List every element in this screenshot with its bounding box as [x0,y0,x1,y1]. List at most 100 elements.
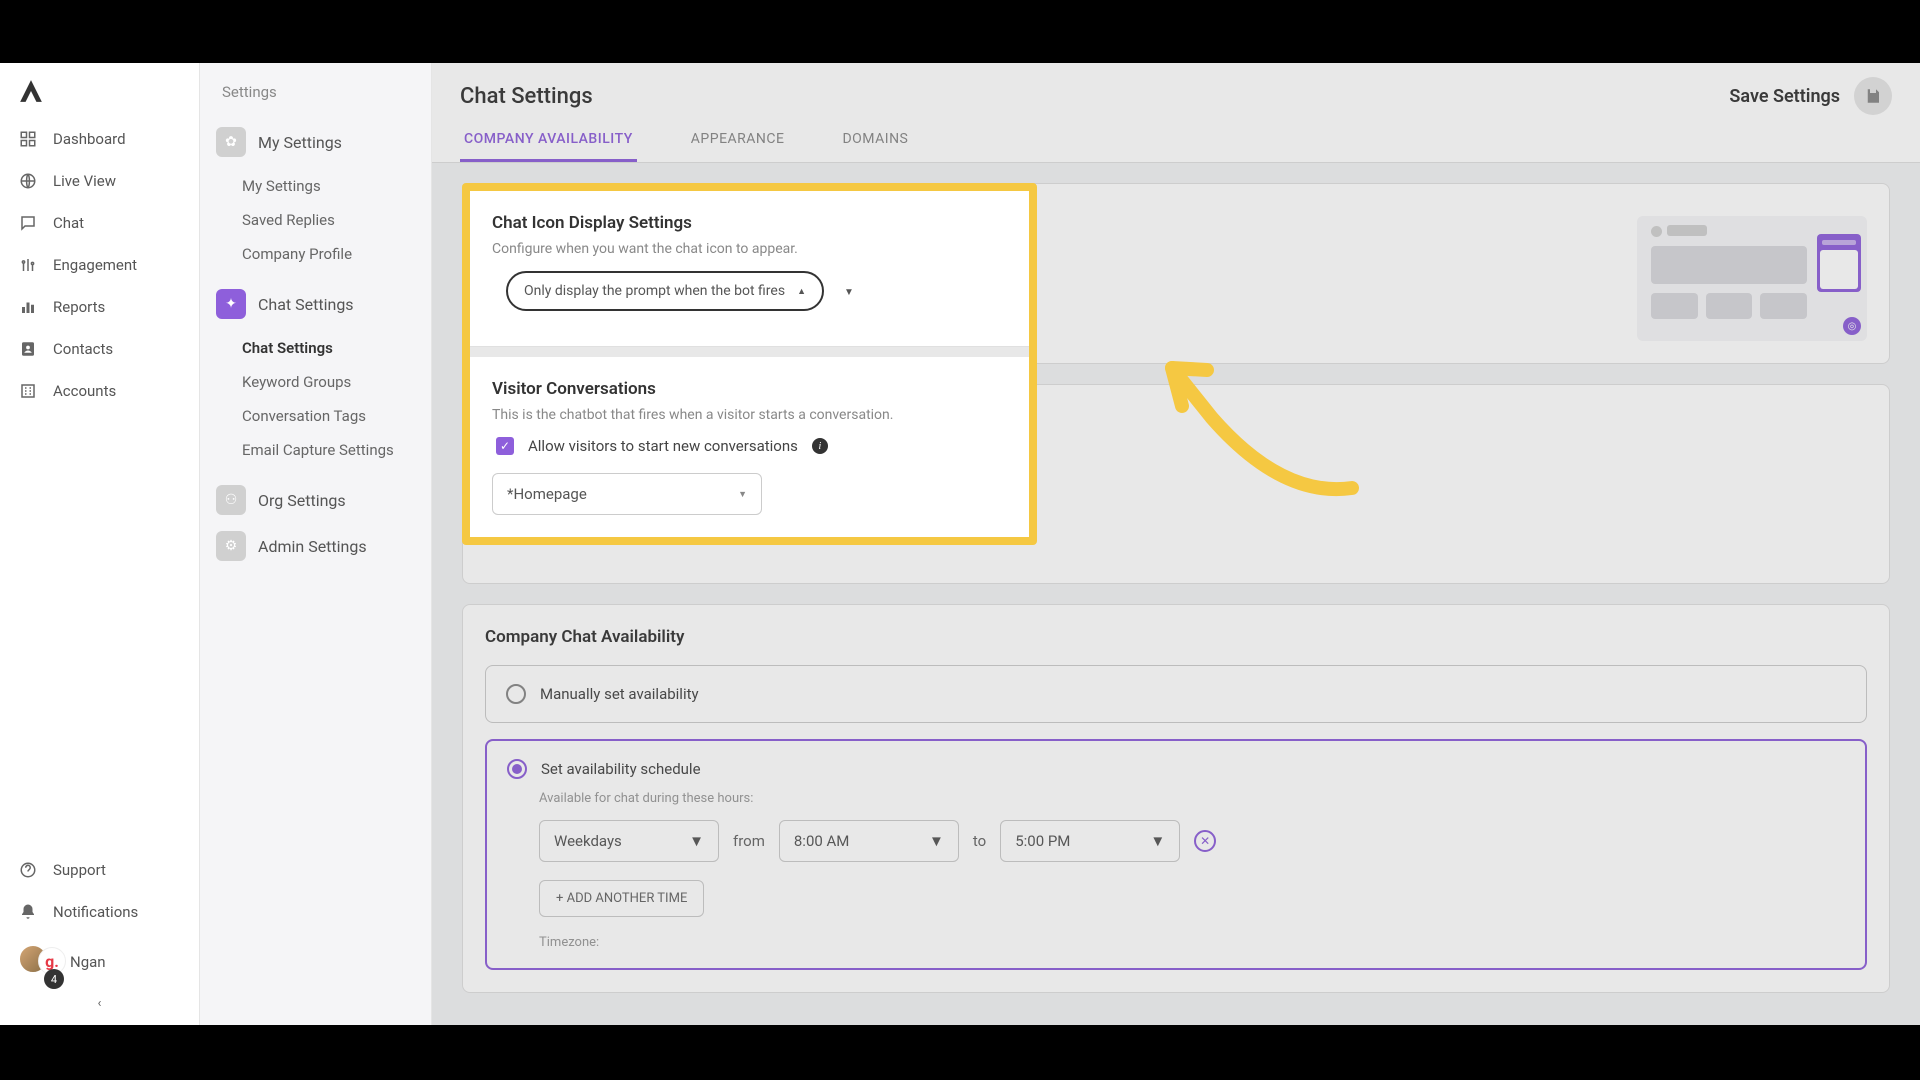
group-label: Org Settings [258,491,346,510]
caret-down-icon: ▼ [738,489,747,500]
nav-user-profile[interactable]: g. 4 Ngan [0,933,199,990]
radio-manual[interactable] [506,684,526,704]
admin-icon: ⚙ [216,531,246,561]
save-button[interactable] [1854,77,1892,115]
sub-item-saved-replies[interactable]: Saved Replies [236,203,419,237]
nav-engagement[interactable]: Engagement [0,244,199,286]
nav-label: Reports [53,298,105,316]
avatar-group: g. 4 [18,944,60,979]
globe-icon [18,171,38,191]
main-content: Chat Settings Save Settings COMPANY AVAI… [432,63,1920,1025]
highlighted-region: Chat Icon Display Settings Configure whe… [462,183,1037,545]
chat-fab-icon: ◎ [1843,317,1861,335]
caret-down-icon: ▼ [1150,832,1165,850]
settings-group-org-settings[interactable]: ⚇ Org Settings [212,477,419,523]
nav-contacts[interactable]: Contacts [0,328,199,370]
sub-item-my-settings[interactable]: My Settings [236,169,419,203]
save-settings-label: Save Settings [1729,86,1840,107]
chatbot-select[interactable]: *Homepage ▼ [492,473,762,515]
display-mode-select[interactable]: Only display the prompt when the bot fir… [506,271,824,311]
nav-accounts[interactable]: Accounts [0,370,199,412]
collapse-sidebar-button[interactable]: ‹ [0,990,199,1017]
bell-icon [18,902,38,922]
main-nav-sidebar: Dashboard Live View Chat Engagement Repo… [0,63,200,1025]
settings-group-my-settings[interactable]: ✿ My Settings [212,119,419,165]
chat-settings-icon: ✦ [216,289,246,319]
nav-support[interactable]: Support [0,849,199,891]
tab-appearance[interactable]: APPEARANCE [687,119,789,162]
select-value: Only display the prompt when the bot fir… [524,283,785,299]
card-company-availability: Company Chat Availability Manually set a… [462,604,1890,993]
caret-down-icon: ▼ [929,832,944,850]
days-select[interactable]: Weekdays ▼ [539,820,719,862]
nav-label: Contacts [53,340,113,358]
info-icon[interactable]: i [812,438,828,454]
card-title: Visitor Conversations [492,379,1007,399]
from-time-select[interactable]: 8:00 AM ▼ [779,820,959,862]
add-another-time-button[interactable]: + ADD ANOTHER TIME [539,880,704,917]
group-label: Admin Settings [258,537,367,556]
nav-label: Live View [53,172,116,190]
nav-reports[interactable]: Reports [0,286,199,328]
nav-label: Dashboard [53,130,126,148]
nav-live-view[interactable]: Live View [0,160,199,202]
sub-item-company-profile[interactable]: Company Profile [236,237,419,271]
to-label: to [973,832,986,850]
card-chat-icon-display: Chat Icon Display Settings Configure whe… [470,191,1029,347]
save-icon [1864,87,1882,105]
card-desc: This is the chatbot that fires when a vi… [492,407,1007,423]
schedule-row: Weekdays ▼ from 8:00 AM ▼ to 5:00 PM ▼ [539,820,1845,862]
notification-count-badge: 4 [44,969,64,989]
contacts-icon [18,339,38,359]
card-title: Chat Icon Display Settings [492,213,1007,233]
select-value: *Homepage [507,485,587,503]
radio-option-manual[interactable]: Manually set availability [485,665,1867,723]
select-value: 5:00 PM [1015,832,1070,850]
chat-icon [18,213,38,233]
nav-dashboard[interactable]: Dashboard [0,118,199,160]
remove-time-button[interactable]: ✕ [1194,830,1216,852]
page-title: Chat Settings [460,84,593,109]
chevron-left-icon: ‹ [98,996,102,1011]
radio-label: Manually set availability [540,685,699,703]
settings-sidebar-title: Settings [212,83,419,119]
help-icon [18,860,38,880]
allow-visitors-checkbox[interactable]: ✓ [496,437,514,455]
from-label: from [733,832,765,850]
close-icon: ✕ [1200,834,1210,848]
schedule-desc: Available for chat during these hours: [539,791,1845,806]
card-title: Company Chat Availability [485,627,1867,647]
radio-label: Set availability schedule [541,760,701,778]
accounts-icon [18,381,38,401]
gear-icon: ✿ [216,127,246,157]
user-name: Ngan [70,953,106,971]
settings-sidebar: Settings ✿ My Settings My Settings Saved… [200,63,432,1025]
app-logo-icon [0,78,199,118]
nav-chat[interactable]: Chat [0,202,199,244]
settings-group-chat-settings[interactable]: ✦ Chat Settings [212,281,419,327]
sub-item-conversation-tags[interactable]: Conversation Tags [236,399,419,433]
main-header: Chat Settings Save Settings COMPANY AVAI… [432,63,1920,163]
sub-item-keyword-groups[interactable]: Keyword Groups [236,365,419,399]
nav-label: Accounts [53,382,116,400]
to-time-select[interactable]: 5:00 PM ▼ [1000,820,1180,862]
caret-down-icon[interactable]: ▼ [844,287,854,298]
nav-label: Support [53,861,106,879]
settings-group-admin-settings[interactable]: ⚙ Admin Settings [212,523,419,569]
select-value: Weekdays [554,832,622,850]
nav-label: Chat [53,214,84,232]
sub-item-chat-settings[interactable]: Chat Settings [236,331,419,365]
tab-domains[interactable]: DOMAINS [838,119,912,162]
radio-option-schedule[interactable]: Set availability schedule Available for … [485,739,1867,970]
timezone-label: Timezone: [539,935,1845,950]
radio-schedule[interactable] [507,759,527,779]
reports-icon [18,297,38,317]
nav-notifications[interactable]: Notifications [0,891,199,933]
dashboard-icon [18,129,38,149]
card-visitor-conversations: Visitor Conversations This is the chatbo… [470,357,1029,537]
select-value: 8:00 AM [794,832,850,850]
sub-item-email-capture[interactable]: Email Capture Settings [236,433,419,467]
caret-up-icon: ▲ [797,286,806,297]
tab-company-availability[interactable]: COMPANY AVAILABILITY [460,119,637,162]
card-desc: Configure when you want the chat icon to… [492,241,1007,257]
